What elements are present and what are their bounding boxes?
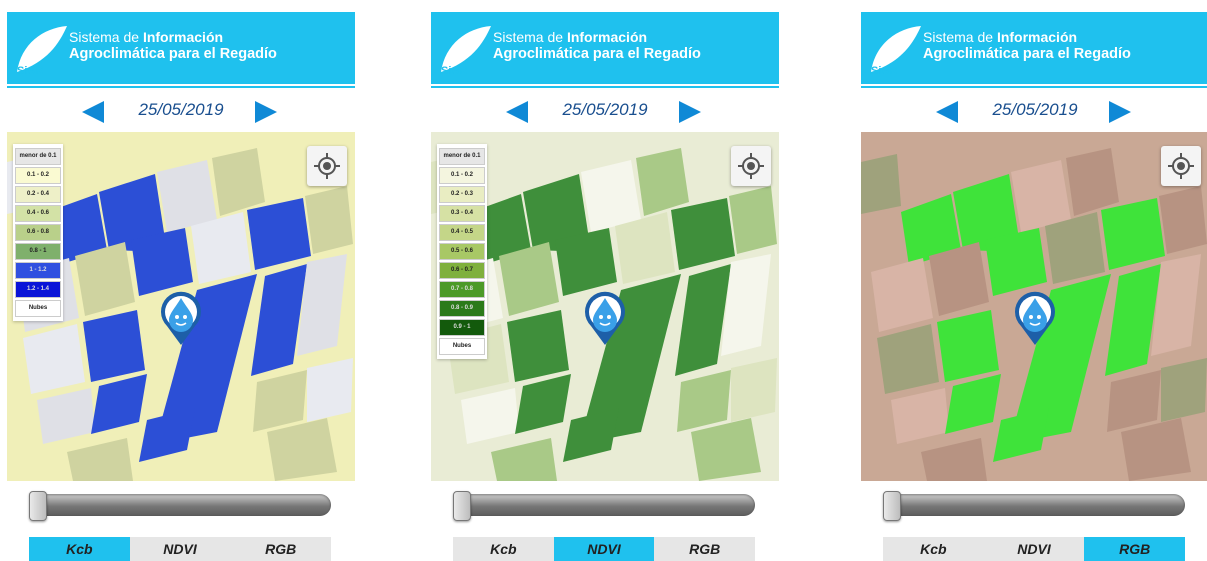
date-slider-track[interactable] bbox=[453, 494, 755, 516]
tab-rgb[interactable]: RGB bbox=[230, 537, 332, 561]
legend-item: 0.2 - 0.4 bbox=[15, 186, 61, 203]
date-slider-handle[interactable] bbox=[29, 491, 47, 521]
tab-rgb[interactable]: RGB bbox=[1084, 537, 1186, 561]
locate-button[interactable] bbox=[307, 146, 347, 186]
field-plot bbox=[731, 358, 777, 422]
date-slider-handle[interactable] bbox=[453, 491, 471, 521]
field-plot bbox=[157, 160, 217, 232]
app-title: Sistema de Información Agroclimática par… bbox=[69, 29, 277, 62]
previous-date-arrow-icon[interactable] bbox=[936, 101, 958, 123]
previous-date-arrow-icon[interactable] bbox=[506, 101, 528, 123]
header-divider bbox=[861, 86, 1207, 88]
next-date-arrow-icon[interactable] bbox=[1109, 101, 1131, 123]
tab-ndvi[interactable]: NDVI bbox=[983, 537, 1085, 561]
next-date-arrow-icon[interactable] bbox=[679, 101, 701, 123]
legend-item: 0.1 - 0.2 bbox=[15, 167, 61, 184]
app-title: Sistema de Información Agroclimática par… bbox=[493, 29, 701, 62]
crosshair-icon bbox=[314, 153, 340, 179]
field-plot bbox=[729, 186, 777, 254]
field-plot bbox=[1159, 186, 1207, 254]
field-plot bbox=[307, 358, 353, 422]
tab-ndvi[interactable]: NDVI bbox=[129, 537, 231, 561]
tab-kcb[interactable]: Kcb bbox=[453, 537, 554, 561]
app-panel-ndvi: SiAR Sistema de Información Agroclimátic… bbox=[431, 0, 779, 561]
date-slider-track[interactable] bbox=[883, 494, 1185, 516]
header-divider bbox=[431, 86, 779, 88]
app-panel-rgb: SiAR Sistema de Información Agroclimátic… bbox=[861, 0, 1207, 561]
legend-item: 0.9 - 1 bbox=[439, 319, 485, 336]
field-plot bbox=[937, 310, 999, 382]
field-plot bbox=[1011, 160, 1071, 232]
legend-item: menor de 0.1 bbox=[15, 148, 61, 165]
legend-item: 0.4 - 0.5 bbox=[439, 224, 485, 241]
tab-kcb[interactable]: Kcb bbox=[883, 537, 984, 561]
date-slider-track[interactable] bbox=[29, 494, 331, 516]
next-date-arrow-icon[interactable] bbox=[255, 101, 277, 123]
svg-text:SiAR: SiAR bbox=[871, 65, 897, 76]
app-title: Sistema de Información Agroclimática par… bbox=[923, 29, 1131, 62]
siar-logo: SiAR bbox=[871, 26, 921, 76]
legend-item: Nubes bbox=[15, 300, 61, 317]
layer-tabs: Kcb NDVI RGB bbox=[453, 537, 756, 561]
legend-item: 0.8 - 1 bbox=[15, 243, 61, 260]
field-plot bbox=[581, 160, 641, 232]
water-drop-marker-icon[interactable] bbox=[1013, 290, 1057, 346]
satellite-map[interactable] bbox=[861, 132, 1207, 481]
legend-item: 0.6 - 0.8 bbox=[15, 224, 61, 241]
crosshair-icon bbox=[738, 153, 764, 179]
legend-item: 0.8 - 0.9 bbox=[439, 300, 485, 317]
layer-tabs: Kcb NDVI RGB bbox=[883, 537, 1186, 561]
legend-item: 0.3 - 0.4 bbox=[439, 205, 485, 222]
legend-item: 1.2 - 1.4 bbox=[15, 281, 61, 298]
legend-item: 0.2 - 0.3 bbox=[439, 186, 485, 203]
header-divider bbox=[7, 86, 355, 88]
svg-text:SiAR: SiAR bbox=[441, 65, 467, 76]
siar-logo: SiAR bbox=[441, 26, 491, 76]
field-plot bbox=[1161, 358, 1207, 422]
date-navigator: 25/05/2019 bbox=[861, 96, 1207, 126]
app-panel-kcb: SiAR Sistema de Información Agroclimátic… bbox=[7, 0, 355, 561]
app-header: SiAR Sistema de Información Agroclimátic… bbox=[7, 12, 355, 84]
legend-item: menor de 0.1 bbox=[439, 148, 485, 165]
siar-logo: SiAR bbox=[17, 26, 67, 76]
locate-button[interactable] bbox=[1161, 146, 1201, 186]
date-navigator: 25/05/2019 bbox=[7, 96, 355, 126]
app-header: SiAR Sistema de Información Agroclimátic… bbox=[861, 12, 1207, 84]
legend-item: 0.1 - 0.2 bbox=[439, 167, 485, 184]
legend-item: 1 - 1.2 bbox=[15, 262, 61, 279]
water-drop-marker-icon[interactable] bbox=[159, 290, 203, 346]
date-slider-handle[interactable] bbox=[883, 491, 901, 521]
satellite-map[interactable]: menor de 0.1 0.1 - 0.2 0.2 - 0.4 0.4 - 0.6 0… bbox=[7, 132, 355, 481]
current-date: 25/05/2019 bbox=[138, 100, 224, 119]
legend-item: 0.7 - 0.8 bbox=[439, 281, 485, 298]
field-plot bbox=[83, 310, 145, 382]
field-plot bbox=[507, 310, 569, 382]
previous-date-arrow-icon[interactable] bbox=[82, 101, 104, 123]
satellite-map[interactable]: menor de 0.1 0.1 - 0.2 0.2 - 0.3 0.3 - 0.4 0… bbox=[431, 132, 779, 481]
current-date: 25/05/2019 bbox=[992, 100, 1078, 119]
current-date: 25/05/2019 bbox=[562, 100, 648, 119]
legend-item: 0.4 - 0.6 bbox=[15, 205, 61, 222]
field-plot bbox=[305, 186, 353, 254]
map-legend: menor de 0.1 0.1 - 0.2 0.2 - 0.3 0.3 - 0.4 0… bbox=[437, 144, 487, 359]
app-header: SiAR Sistema de Información Agroclimátic… bbox=[431, 12, 779, 84]
water-drop-marker-icon[interactable] bbox=[583, 290, 627, 346]
field-plot bbox=[861, 154, 901, 214]
date-navigator: 25/05/2019 bbox=[431, 96, 779, 126]
tab-rgb[interactable]: RGB bbox=[654, 537, 756, 561]
legend-item: 0.5 - 0.6 bbox=[439, 243, 485, 260]
crosshair-icon bbox=[1168, 153, 1194, 179]
tab-kcb[interactable]: Kcb bbox=[29, 537, 130, 561]
layer-tabs: Kcb NDVI RGB bbox=[29, 537, 332, 561]
locate-button[interactable] bbox=[731, 146, 771, 186]
svg-text:SiAR: SiAR bbox=[17, 65, 43, 76]
legend-item: Nubes bbox=[439, 338, 485, 355]
legend-item: 0.6 - 0.7 bbox=[439, 262, 485, 279]
map-legend: menor de 0.1 0.1 - 0.2 0.2 - 0.4 0.4 - 0.6 0… bbox=[13, 144, 63, 321]
tab-ndvi[interactable]: NDVI bbox=[553, 537, 655, 561]
